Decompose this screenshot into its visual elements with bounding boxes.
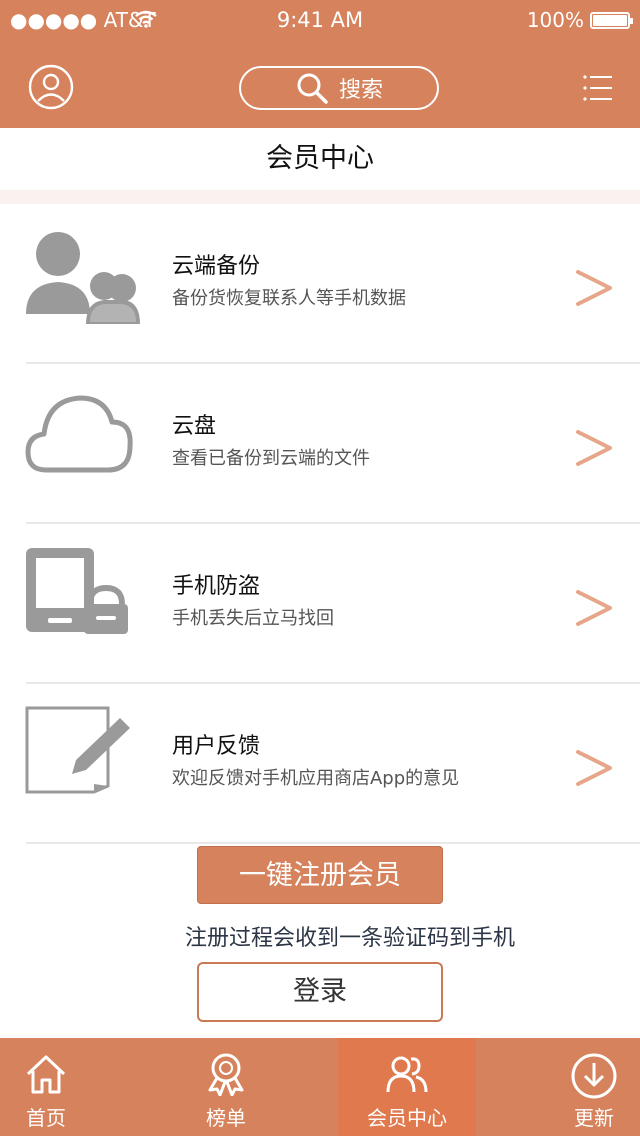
menu-item-cloud-backup[interactable]: 云端备份 备份货恢复联系人等手机数据 (0, 204, 640, 364)
tab-label: 更新 (574, 1106, 614, 1130)
menu-item-anti-theft[interactable]: 手机防盗 手机丢失后立马找回 (0, 524, 640, 684)
chevron-right-icon (576, 750, 612, 786)
tab-home[interactable]: 首页 (0, 1038, 92, 1136)
edit-note-icon (24, 706, 144, 806)
menu-item-title: 手机防盗 (172, 574, 261, 599)
section-spacer (0, 190, 640, 204)
search-label: 搜索 (338, 78, 383, 103)
menu-button[interactable] (582, 72, 614, 104)
menu-item-description: 备份货恢复联系人等手机数据 (172, 288, 406, 309)
members-icon (386, 1056, 428, 1093)
menu-item-feedback[interactable]: 用户反馈 欢迎反馈对手机应用商店App的意见 (0, 684, 640, 844)
menu-item-title: 云端备份 (172, 254, 261, 279)
page-title: 会员中心 (0, 128, 640, 190)
chevron-right-icon (576, 430, 612, 466)
download-icon (571, 1053, 617, 1099)
search-icon (297, 73, 328, 104)
chevron-right-icon (576, 590, 612, 626)
tab-label: 榜单 (206, 1106, 246, 1130)
divider (26, 842, 640, 844)
tab-ranking[interactable]: 榜单 (158, 1038, 294, 1136)
menu-item-title: 用户反馈 (172, 734, 261, 759)
user-avatar-button[interactable] (28, 64, 74, 110)
home-icon (26, 1055, 66, 1094)
tab-member-center[interactable]: 会员中心 (338, 1038, 476, 1136)
battery-percent: 100% (526, 8, 584, 32)
list-menu-icon (583, 75, 612, 101)
tab-update[interactable]: 更新 (548, 1038, 640, 1136)
menu-item-description: 查看已备份到云端的文件 (172, 448, 370, 469)
menu-item-cloud-drive[interactable]: 云盘 查看已备份到云端的文件 (0, 364, 640, 524)
battery-icon (590, 12, 633, 29)
bottom-tab-bar: 首页 榜单 会员中心 更新 (0, 1038, 640, 1136)
user-icon (28, 64, 74, 110)
login-button[interactable]: 登录 (197, 962, 443, 1022)
chevron-right-icon (576, 270, 612, 306)
tab-label: 首页 (26, 1106, 66, 1130)
cloud-icon (24, 386, 144, 486)
menu-item-description: 手机丢失后立马找回 (172, 608, 334, 629)
header-bar: 搜索 (0, 40, 640, 128)
member-menu-list: 云端备份 备份货恢复联系人等手机数据 云盘 查看已备份到云端的文件 手机防盗 手… (0, 204, 640, 844)
ranking-badge-icon (208, 1053, 244, 1096)
status-bar: ●●●●● AT&T 9:41 AM 100% (0, 0, 640, 40)
contacts-backup-icon (24, 226, 144, 326)
search-button[interactable]: 搜索 (239, 66, 439, 110)
phone-lock-icon (24, 546, 144, 646)
register-member-button[interactable]: 一键注册会员 (197, 846, 443, 904)
tab-label: 会员中心 (367, 1106, 447, 1130)
menu-item-description: 欢迎反馈对手机应用商店App的意见 (172, 768, 460, 789)
menu-item-title: 云盘 (172, 414, 217, 439)
register-hint: 注册过程会收到一条验证码到手机 (184, 926, 515, 951)
